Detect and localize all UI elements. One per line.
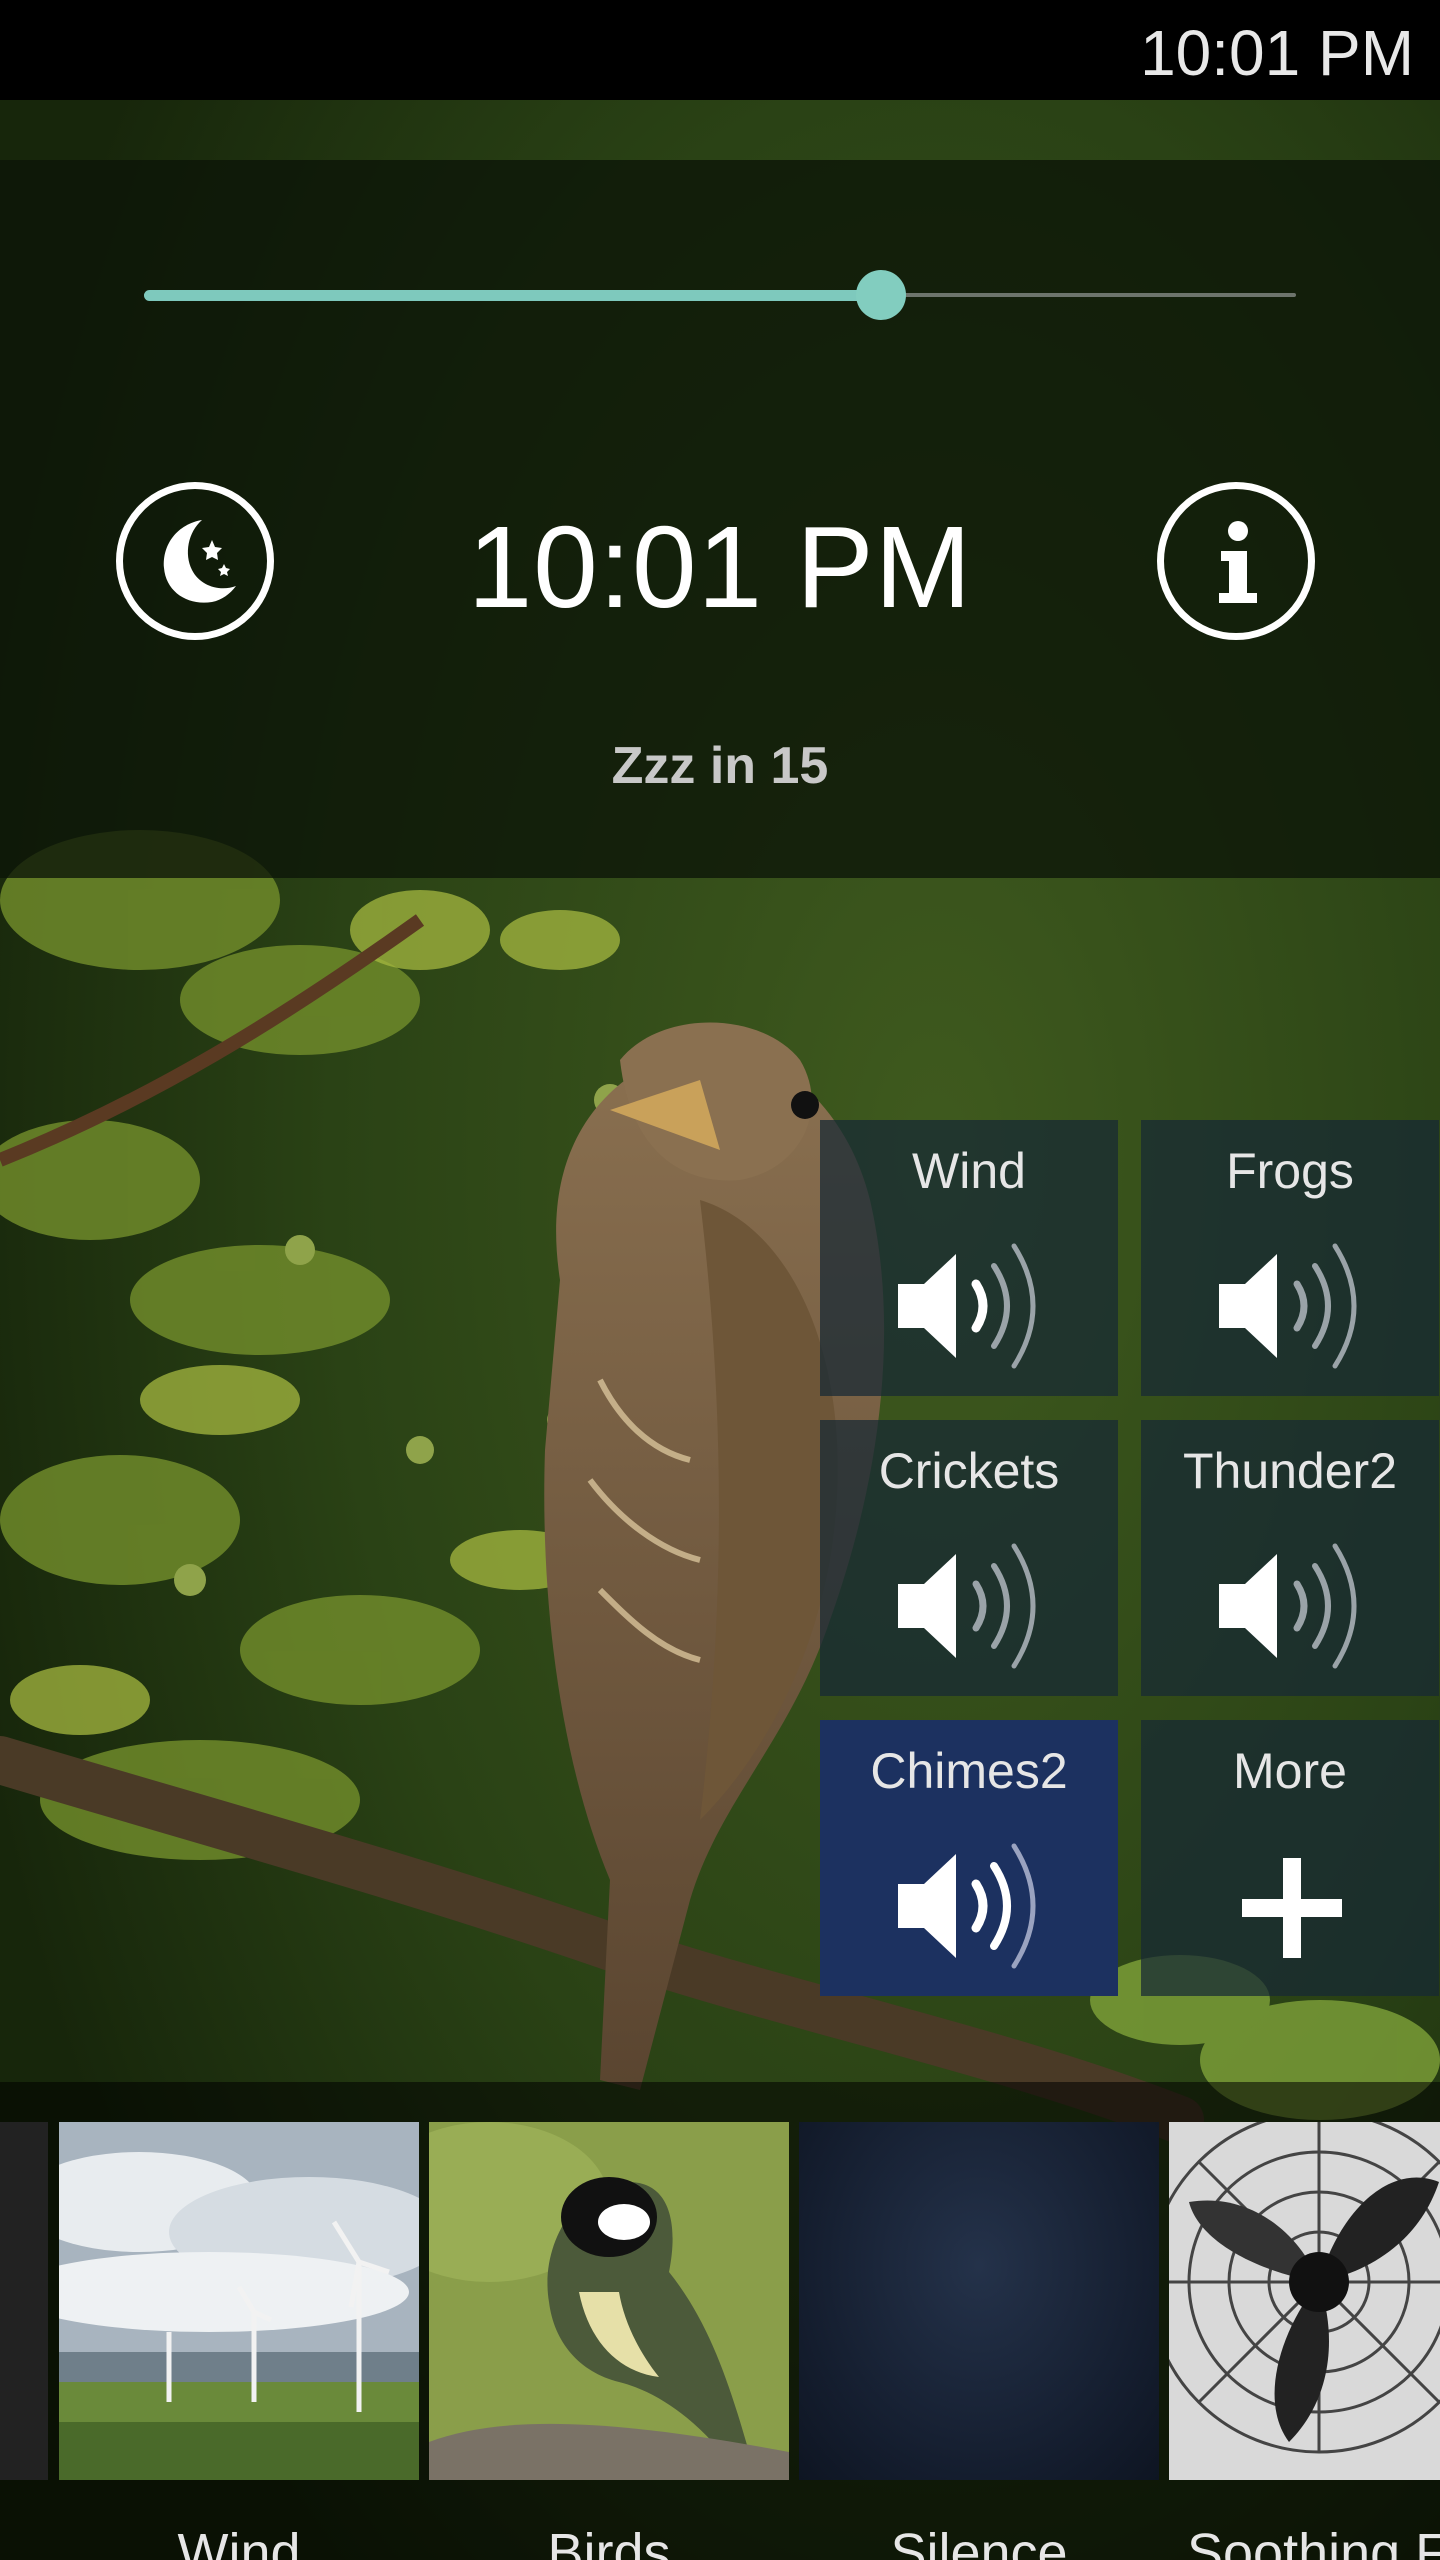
plus-icon bbox=[1242, 1858, 1342, 1958]
sound-label: Chimes2 bbox=[870, 1743, 1068, 1799]
scene-thumbnail bbox=[0, 2122, 48, 2480]
scene-label: Soothing F bbox=[1187, 2523, 1440, 2560]
sound-label: Wind bbox=[912, 1143, 1026, 1199]
sound-label: Thunder2 bbox=[1182, 1443, 1398, 1499]
scene-label: Wind bbox=[177, 2523, 301, 2560]
sound-label: Crickets bbox=[878, 1443, 1060, 1499]
sound-tile-crickets[interactable]: Crickets bbox=[820, 1420, 1118, 1696]
fan-image bbox=[1169, 2122, 1440, 2480]
sleep-panel: 10:01 PM Zzz in 15 bbox=[0, 160, 1440, 878]
sleep-countdown: Zzz in 15 bbox=[611, 737, 829, 795]
sound-tile-chimes2[interactable]: Chimes2 bbox=[820, 1720, 1118, 1996]
wind-turbines-image bbox=[59, 2122, 419, 2480]
speaker-volume-icon bbox=[898, 1543, 1036, 1669]
sound-tile-thunder2[interactable]: Thunder2 bbox=[1141, 1420, 1439, 1696]
silence-image bbox=[799, 2122, 1159, 2480]
scene-label: Birds bbox=[547, 2523, 671, 2560]
scene-carousel[interactable]: Wind Birds Silence Soothing F bbox=[0, 2082, 1440, 2560]
speaker-volume-icon bbox=[898, 1243, 1036, 1369]
sound-tile-wind[interactable]: Wind bbox=[820, 1120, 1118, 1396]
more-sounds-tile[interactable]: More bbox=[1141, 1720, 1439, 1996]
sound-label: Frogs bbox=[1226, 1143, 1354, 1199]
scene-card-wind[interactable]: Wind bbox=[59, 2122, 419, 2560]
sound-tile-frogs[interactable]: Frogs bbox=[1141, 1120, 1439, 1396]
info-button[interactable] bbox=[1157, 482, 1315, 640]
scene-label: Silence bbox=[890, 2523, 1068, 2560]
slider-thumb[interactable] bbox=[856, 270, 907, 320]
info-icon bbox=[1219, 521, 1257, 603]
scene-card-previous[interactable] bbox=[0, 2122, 48, 2560]
scene-card-soothing-fan[interactable]: Soothing F bbox=[1169, 2122, 1440, 2560]
status-time: 10:01 PM bbox=[1140, 17, 1414, 89]
slider-fill bbox=[144, 290, 882, 301]
speaker-volume-icon bbox=[1219, 1243, 1357, 1369]
status-bar: 10:01 PM bbox=[0, 0, 1440, 100]
tit-bird-image bbox=[429, 2122, 789, 2480]
speaker-volume-icon bbox=[898, 1843, 1036, 1969]
volume-slider[interactable] bbox=[144, 270, 1296, 320]
scene-card-silence[interactable]: Silence bbox=[799, 2122, 1159, 2560]
speaker-volume-icon bbox=[1219, 1543, 1357, 1669]
scene-card-birds[interactable]: Birds bbox=[429, 2122, 789, 2560]
sound-label: More bbox=[1233, 1743, 1347, 1799]
